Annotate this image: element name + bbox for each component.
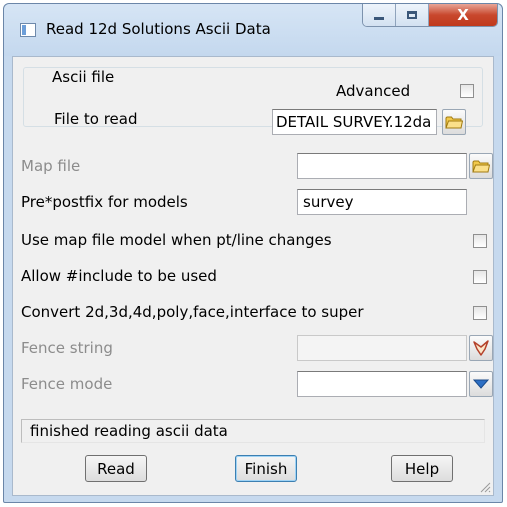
window-controls: X xyxy=(362,4,498,27)
advanced-checkbox[interactable] xyxy=(460,84,474,98)
maximize-icon xyxy=(407,11,417,19)
title-bar[interactable]: Read 12d Solutions Ascii Data X xyxy=(4,4,502,56)
minimize-button[interactable] xyxy=(363,4,396,26)
option-map-model-label: Use map file model when pt/line changes xyxy=(21,231,332,249)
fence-mode-input[interactable] xyxy=(297,371,467,397)
file-to-read-input[interactable]: DETAIL SURVEY.12da xyxy=(272,109,437,135)
advanced-label: Advanced xyxy=(336,82,411,100)
folder-icon xyxy=(472,160,490,172)
map-file-browse-button[interactable] xyxy=(469,153,493,179)
fence-mode-dropdown-button[interactable] xyxy=(469,371,493,397)
fence-string-label: Fence string xyxy=(21,339,113,357)
close-button[interactable]: X xyxy=(429,4,497,26)
status-message: finished reading ascii data xyxy=(21,419,485,443)
map-file-input[interactable] xyxy=(297,153,467,179)
read-button[interactable]: Read xyxy=(85,455,147,482)
help-button[interactable]: Help xyxy=(391,455,453,482)
folder-icon xyxy=(445,116,463,128)
map-file-label: Map file xyxy=(21,157,81,175)
ascii-file-group: Ascii file Advanced File to read DETAIL … xyxy=(23,67,483,135)
string-pick-icon xyxy=(473,340,489,356)
app-window-icon[interactable] xyxy=(20,23,36,37)
file-to-read-label: File to read xyxy=(54,110,138,128)
fence-mode-label: Fence mode xyxy=(21,375,113,393)
ascii-file-legend: Ascii file xyxy=(48,68,119,86)
finish-button[interactable]: Finish xyxy=(235,455,297,482)
minimize-icon xyxy=(374,16,384,20)
option-include-label: Allow #include to be used xyxy=(21,267,217,285)
chevron-down-icon xyxy=(473,379,489,389)
option-include-checkbox[interactable] xyxy=(473,270,487,284)
prefix-input[interactable]: survey xyxy=(297,189,467,215)
option-convert-super-checkbox[interactable] xyxy=(473,306,487,320)
fence-string-input[interactable] xyxy=(297,335,467,361)
prefix-label: Pre*postfix for models xyxy=(21,193,188,211)
maximize-button[interactable] xyxy=(396,4,429,26)
window-title: Read 12d Solutions Ascii Data xyxy=(46,20,271,38)
option-convert-super-label: Convert 2d,3d,4d,poly,face,interface to … xyxy=(21,303,364,321)
dialog-window: Read 12d Solutions Ascii Data X Ascii fi… xyxy=(3,3,503,503)
file-to-read-value: DETAIL SURVEY.12da xyxy=(276,113,432,131)
resize-grip-icon[interactable] xyxy=(479,481,491,493)
dialog-body: Ascii file Advanced File to read DETAIL … xyxy=(12,56,494,496)
file-browse-button[interactable] xyxy=(442,109,466,135)
option-map-model-checkbox[interactable] xyxy=(473,234,487,248)
close-icon: X xyxy=(457,6,469,24)
fence-string-pick-button[interactable] xyxy=(469,335,493,361)
